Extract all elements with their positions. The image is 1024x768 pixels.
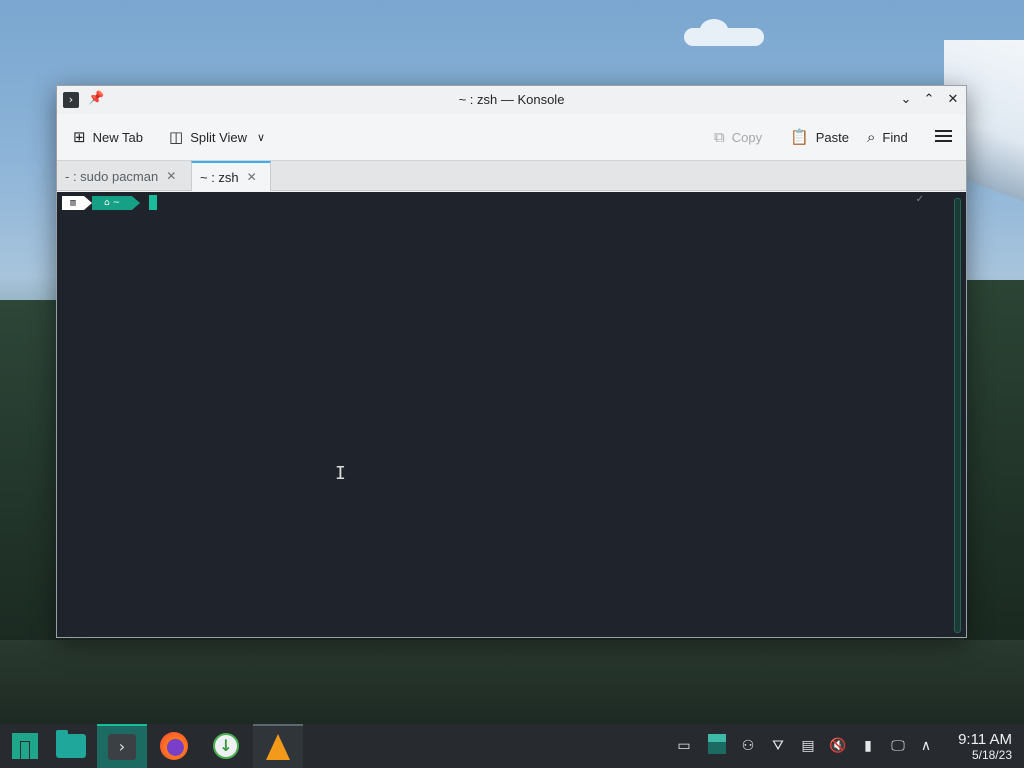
show-desktop-icon[interactable]: ▭ bbox=[674, 736, 694, 756]
hamburger-menu-icon[interactable] bbox=[935, 127, 952, 145]
terminal-cursor bbox=[149, 195, 157, 210]
manjaro-logo-icon bbox=[12, 733, 38, 759]
paste-button[interactable]: 📋 Paste bbox=[790, 126, 849, 148]
prompt-home-segment: ⌂ ~ bbox=[92, 196, 132, 210]
new-tab-button[interactable]: ⊞ New Tab bbox=[73, 126, 143, 148]
firefox-icon bbox=[160, 732, 188, 760]
clock-time: 9:11 AM bbox=[958, 731, 1012, 748]
search-icon: ⌕ bbox=[867, 128, 876, 146]
copy-icon: ⧉ bbox=[714, 128, 725, 146]
tab-zsh[interactable]: ~ : zsh ✕ bbox=[191, 161, 271, 191]
terminal-area[interactable]: ▥ ⌂ ~ ✓ I bbox=[57, 192, 966, 637]
folder-icon bbox=[56, 730, 86, 758]
window-title: ~ : zsh — Konsole bbox=[458, 92, 565, 107]
tab-sudo-pacman[interactable]: - : sudo pacman ✕ bbox=[57, 161, 190, 191]
split-view-icon: ◫ bbox=[169, 128, 184, 146]
minimize-button[interactable]: ⌄ bbox=[896, 90, 916, 110]
konsole-icon: › bbox=[108, 734, 136, 760]
ground bbox=[0, 640, 1024, 724]
taskbar: › ↓ ▭ ⚇ ⛛ ▤ 🔇 ▮ 🖵 ∧ 9:11 AM 5/18/23 bbox=[0, 724, 1024, 768]
tab-label: ~ : zsh bbox=[200, 169, 239, 185]
mouse-ibeam-cursor: I bbox=[335, 463, 346, 484]
konsole-taskbar-button[interactable]: › bbox=[97, 724, 147, 768]
new-tab-label: New Tab bbox=[92, 129, 143, 145]
vlc-tray-icon[interactable]: ⛛ bbox=[768, 736, 788, 756]
konsole-window: › 📌 ~ : zsh — Konsole ⌄ ⌃ ✕ ⊞ New Tab ◫ … bbox=[56, 85, 967, 638]
paste-label: Paste bbox=[815, 129, 849, 145]
copy-label: Copy bbox=[731, 129, 763, 145]
chevron-down-icon[interactable]: ∨ bbox=[257, 131, 265, 144]
clock-date: 5/18/23 bbox=[971, 748, 1012, 762]
find-button[interactable]: ⌕ Find bbox=[867, 126, 908, 148]
copy-button[interactable]: ⧉ Copy bbox=[714, 126, 762, 148]
pager-icon[interactable] bbox=[708, 734, 726, 754]
usb-device-icon[interactable]: ▮ bbox=[858, 736, 878, 756]
new-tab-icon: ⊞ bbox=[73, 128, 86, 146]
tab-label: - : sudo pacman bbox=[65, 168, 159, 184]
clipboard-icon[interactable]: ▤ bbox=[798, 736, 818, 756]
application-launcher-button[interactable] bbox=[0, 724, 50, 768]
split-view-button[interactable]: ◫ Split View ∨ bbox=[169, 126, 265, 148]
maximize-button[interactable]: ⌃ bbox=[919, 90, 939, 110]
network-icon[interactable]: ⚇ bbox=[738, 736, 758, 756]
vlc-button[interactable] bbox=[253, 724, 303, 768]
digital-clock[interactable]: 9:11 AM 5/18/23 bbox=[958, 731, 1012, 763]
file-manager-button[interactable] bbox=[46, 724, 96, 768]
prompt-os-segment: ▥ bbox=[62, 196, 84, 210]
split-view-label: Split View bbox=[190, 129, 248, 145]
download-manager-button[interactable]: ↓ bbox=[201, 724, 251, 768]
display-icon[interactable]: 🖵 bbox=[888, 736, 908, 756]
close-button[interactable]: ✕ bbox=[943, 90, 963, 110]
close-tab-icon[interactable]: ✕ bbox=[166, 169, 176, 183]
firefox-button[interactable] bbox=[149, 724, 199, 768]
cloud bbox=[684, 19, 764, 46]
terminal-scrollbar[interactable] bbox=[954, 198, 961, 633]
resize-indicator-icon: ✓ bbox=[915, 194, 924, 205]
tab-bar: - : sudo pacman ✕ ~ : zsh ✕ bbox=[57, 160, 966, 191]
expand-tray-icon[interactable]: ∧ bbox=[916, 736, 936, 756]
paste-icon: 📋 bbox=[790, 128, 809, 146]
prompt-separator bbox=[132, 196, 140, 210]
vlc-icon bbox=[266, 734, 290, 760]
download-icon: ↓ bbox=[213, 733, 239, 759]
titlebar[interactable]: › 📌 ~ : zsh — Konsole ⌄ ⌃ ✕ bbox=[57, 86, 966, 114]
prompt-separator bbox=[84, 196, 92, 210]
volume-muted-icon[interactable]: 🔇 bbox=[828, 736, 848, 756]
close-tab-icon[interactable]: ✕ bbox=[247, 170, 257, 184]
toolbar: ⊞ New Tab ◫ Split View ∨ ⧉ Copy 📋 Paste … bbox=[57, 114, 966, 160]
find-label: Find bbox=[882, 129, 908, 145]
